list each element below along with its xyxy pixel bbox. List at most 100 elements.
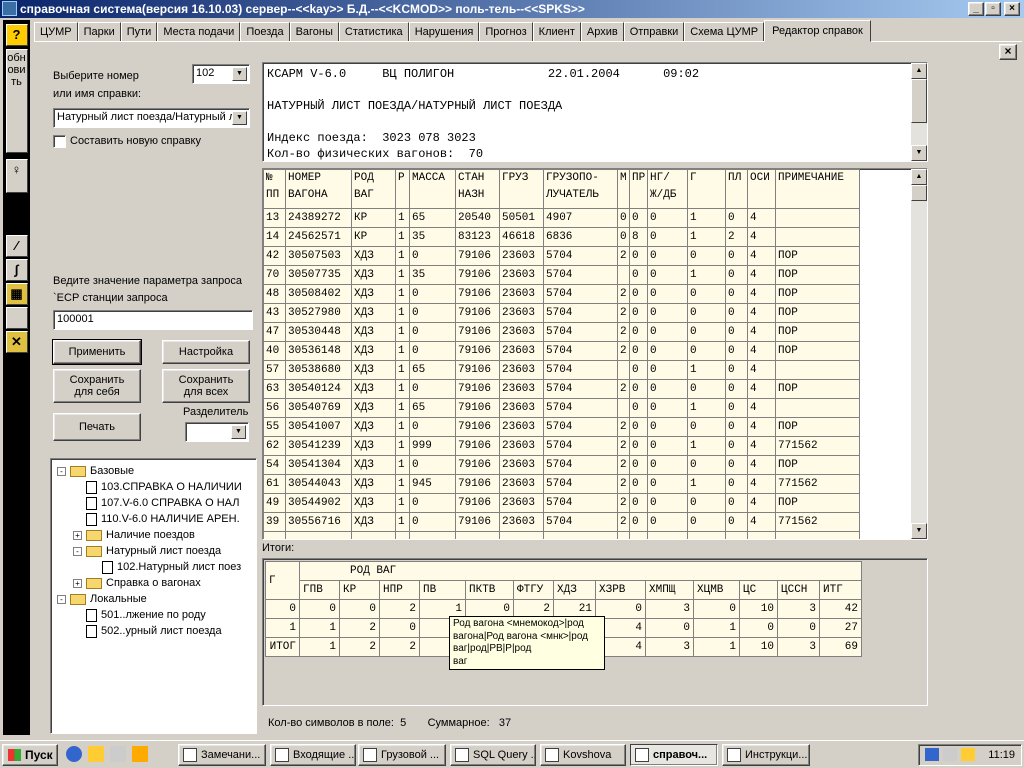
column-header[interactable]: М: [617, 169, 630, 209]
tree-item[interactable]: 110.V-6.0 НАЛИЧИЕ АРЕН.: [73, 511, 240, 527]
tree-item[interactable]: 103.СПРАВКА О НАЛИЧИИ: [73, 479, 242, 495]
tab-1[interactable]: Парки: [77, 22, 121, 42]
print-button[interactable]: Печать: [53, 413, 141, 441]
report-name-combo[interactable]: Натурный лист поезда/Натурный л ▼: [53, 108, 250, 128]
table-row[interactable]: 48 30508402 ХДЗ 1 0 79106 23603 5704 2 0 0 0 0 4 ПОР: [263, 284, 860, 304]
tree-item[interactable]: 502..урный лист поезда: [73, 623, 222, 639]
table-row[interactable]: 42 30507503 ХДЗ 1 0 79106 23603 5704 2 0 0 0 0 4 ПОР: [263, 246, 860, 266]
tree-item[interactable]: + Справка о вагонах: [73, 575, 201, 591]
totals-column-header[interactable]: НПР: [379, 580, 420, 600]
taskbar-button[interactable]: справоч...: [630, 744, 718, 766]
tree-item[interactable]: 102.Натурный лист поез: [89, 559, 241, 575]
table-row[interactable]: 43 30527980 ХДЗ 1 0 79106 23603 5704 2 0 0 0 0 4 ПОР: [263, 303, 860, 323]
scroll-thumb[interactable]: [911, 185, 927, 201]
column-header[interactable]: ПЛ: [725, 169, 748, 209]
help-button[interactable]: ?: [5, 24, 28, 46]
totals-column-header[interactable]: ХДЗ: [553, 580, 596, 600]
tab-10[interactable]: Архив: [580, 22, 624, 42]
totals-column-header[interactable]: ГПВ: [299, 580, 340, 600]
tab-13[interactable]: Редактор справок: [764, 20, 871, 42]
report-header-scrollbar[interactable]: ▲ ▼: [911, 63, 927, 161]
expand-icon[interactable]: +: [73, 578, 82, 588]
wagon-table-scrollbar[interactable]: ▲ ▼: [911, 169, 927, 539]
table-row[interactable]: 49 30544902 ХДЗ 1 0 79106 23603 5704 2 0 0 0 0 4 ПОР: [263, 493, 860, 513]
chevron-down-icon[interactable]: ▼: [231, 425, 246, 439]
tree-item[interactable]: - Натурный лист поезда: [73, 543, 221, 559]
scroll-up-icon[interactable]: ▲: [911, 63, 927, 79]
table-row[interactable]: 55 30541007 ХДЗ 1 0 79106 23603 5704 2 0 0 0 0 4 ПОР: [263, 417, 860, 437]
taskbar-button[interactable]: Инструкци...: [722, 744, 810, 766]
table-row[interactable]: 62 30541239 ХДЗ 1 999 79106 23603 5704 2 0 0 1 0 4 771…: [263, 436, 860, 456]
save-self-button[interactable]: Сохранить для себя: [53, 369, 141, 403]
totals-column-header[interactable]: ХЗРВ: [595, 580, 646, 600]
column-header[interactable]: СТАН НАЗН: [455, 169, 500, 209]
param-input[interactable]: 100001: [53, 310, 253, 330]
scroll-thumb[interactable]: [911, 79, 927, 123]
tab-7[interactable]: Нарушения: [408, 22, 480, 42]
column-header[interactable]: № ПП: [263, 169, 286, 209]
scroll-down-icon[interactable]: ▼: [911, 523, 927, 539]
column-header[interactable]: РОД ВАГ: [351, 169, 396, 209]
totals-column-header[interactable]: ФТГУ: [513, 580, 554, 600]
maximize-button[interactable]: ▫: [985, 2, 1001, 16]
totals-column-header[interactable]: КР: [339, 580, 380, 600]
outlook-icon[interactable]: [88, 746, 104, 762]
report-number-combo[interactable]: 102 ▼: [192, 64, 250, 84]
volume-icon[interactable]: [943, 748, 957, 761]
tree-item[interactable]: 107.V-6.0 СПРАВКА О НАЛ: [73, 495, 239, 511]
save-all-button[interactable]: Сохранить для всех: [162, 369, 250, 403]
scroll-down-icon[interactable]: ▼: [911, 145, 927, 161]
tab-0[interactable]: ЦУМР: [34, 22, 78, 42]
column-header[interactable]: НГ/Ж/ДБ: [647, 169, 688, 209]
totals-column-header[interactable]: ИТГ: [819, 580, 862, 600]
table-row[interactable]: 14 24562571 КР 1 35 83123 46618 6836 0 8 0 1 2 4: [263, 227, 860, 247]
table-row[interactable]: 61 30544043 ХДЗ 1 945 79106 23603 5704 2 0 0 1 0 4 771…: [263, 474, 860, 494]
line-icon[interactable]: ∫: [5, 259, 28, 281]
chevron-down-icon[interactable]: ▼: [232, 67, 247, 81]
column-header[interactable]: Р: [395, 169, 410, 209]
totals-column-header[interactable]: ЦССН: [777, 580, 820, 600]
column-header[interactable]: Г: [687, 169, 726, 209]
tree-item[interactable]: - Локальные: [57, 591, 147, 607]
expand-icon[interactable]: +: [73, 530, 82, 540]
expand-icon[interactable]: -: [57, 594, 66, 604]
totals-column-header[interactable]: ПКТВ: [465, 580, 514, 600]
tab-8[interactable]: Прогноз: [479, 22, 533, 42]
totals-column-header[interactable]: ЦС: [739, 580, 778, 600]
table-row[interactable]: 57 30538680 ХДЗ 1 65 79106 23603 5704 0 0 1 0 4: [263, 360, 860, 380]
table-row[interactable]: 40 30536148 ХДЗ 1 0 79106 23603 5704 2 0 0 0 0 4 ПОР: [263, 341, 860, 361]
ie-icon[interactable]: [66, 746, 82, 762]
tray-app-icon[interactable]: [961, 748, 975, 761]
taskbar-button[interactable]: Грузовой ...: [358, 744, 446, 766]
column-header[interactable]: ГРУЗ: [499, 169, 544, 209]
apply-button[interactable]: Применить: [52, 339, 142, 365]
edit-icon[interactable]: ∕: [5, 235, 28, 257]
tree-item[interactable]: + Наличие поездов: [73, 527, 195, 543]
tab-3[interactable]: Места подачи: [157, 22, 241, 42]
table-row[interactable]: 39 30556716 ХДЗ 1 0 79106 23603 5704 2 0 0 0 0 4 77156…: [263, 512, 860, 532]
chevron-down-icon[interactable]: ▼: [232, 111, 247, 125]
totals-column-header[interactable]: ХМПЩ: [645, 580, 694, 600]
tab-6[interactable]: Статистика: [338, 22, 409, 42]
tools-icon[interactable]: ✕: [5, 331, 28, 353]
close-tab-button[interactable]: ×: [999, 44, 1017, 60]
table-row[interactable]: 70 30507735 ХДЗ 1 35 79106 23603 5704 0 0 1 0 4 ПОР: [263, 265, 860, 285]
table-row[interactable]: 56 30540769 ХДЗ 1 65 79106 23603 5704 0 0 1 0 4: [263, 398, 860, 418]
column-header[interactable]: НОМЕР ВАГОНА: [285, 169, 352, 209]
tab-4[interactable]: Поезда: [240, 22, 290, 42]
table-row[interactable]: 63 30540124 ХДЗ 1 0 79106 23603 5704 2 0 0 0 0 4 ПОР: [263, 379, 860, 399]
settings-button[interactable]: Настройка: [162, 340, 250, 364]
tab-5[interactable]: Вагоны: [289, 22, 339, 42]
taskbar-button[interactable]: Замечани...: [178, 744, 266, 766]
table-icon[interactable]: ▦: [5, 283, 28, 305]
table-row[interactable]: 54 30541304 ХДЗ 1 0 79106 23603 5704 2 0 0 0 0 4 ПОР: [263, 455, 860, 475]
taskbar-button[interactable]: Kovshova: [540, 744, 626, 766]
table-row[interactable]: 13 24389272 КР 1 65 20540 50501 4907 0 0 0 1 0 4: [263, 208, 860, 228]
scroll-up-icon[interactable]: ▲: [911, 169, 927, 185]
tree-item[interactable]: 501..лжение по роду: [73, 607, 206, 623]
table-row[interactable]: 47 30530448 ХДЗ 1 0 79106 23603 5704 2 0 0 0 0 4 ПОР: [263, 322, 860, 342]
close-window-button[interactable]: ×: [1004, 2, 1020, 16]
totals-column-header[interactable]: ПВ: [419, 580, 466, 600]
tab-2[interactable]: Пути: [120, 22, 158, 42]
user-icon[interactable]: ♀: [5, 159, 28, 193]
